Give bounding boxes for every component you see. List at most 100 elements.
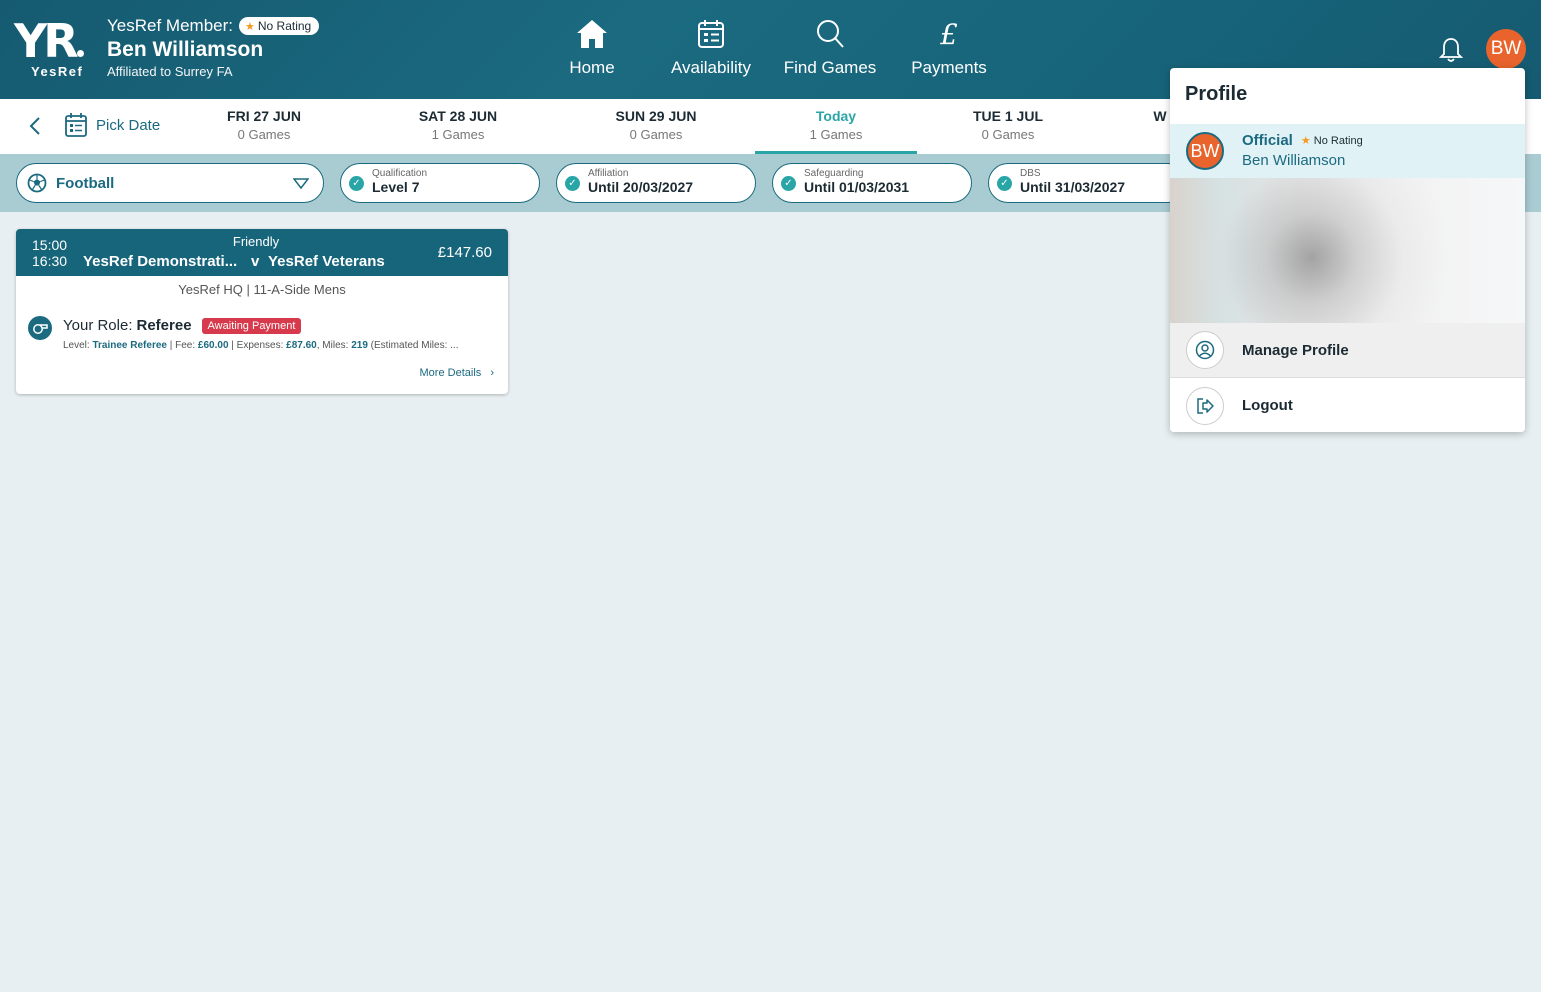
rating-text: No Rating bbox=[257, 19, 312, 33]
date-label: SUN 29 JUN bbox=[615, 108, 697, 124]
manage-profile-button[interactable]: Manage Profile bbox=[1170, 323, 1525, 378]
pick-date-button[interactable]: Pick Date bbox=[64, 112, 160, 138]
football-icon bbox=[27, 173, 47, 193]
date-label: SAT 28 JUN bbox=[418, 108, 498, 124]
logo-dot bbox=[76, 50, 84, 57]
nav-payments[interactable]: £ Payments bbox=[889, 18, 1009, 78]
chevron-right-icon: › bbox=[490, 367, 494, 379]
check-icon: ✓ bbox=[781, 176, 796, 191]
svg-text:£: £ bbox=[939, 18, 958, 50]
expenses-label: | Expenses: bbox=[231, 340, 284, 351]
profile-summary[interactable]: BW Official ★ No Rating Ben Williamson bbox=[1170, 124, 1525, 178]
yesref-logo[interactable]: YR YesRef bbox=[14, 18, 96, 80]
versus-label: v bbox=[251, 253, 260, 270]
more-details-label: More Details bbox=[419, 367, 482, 379]
estimated-miles: (Estimated Miles: ... bbox=[370, 340, 459, 351]
games-count: 0 Games bbox=[629, 127, 683, 142]
nav-home-label: Home bbox=[569, 58, 615, 77]
date-tab-today[interactable]: Today 1 Games bbox=[755, 99, 917, 154]
member-label: YesRef Member: bbox=[107, 16, 233, 35]
qualification-chip[interactable]: ✓ Qualification Level 7 bbox=[340, 163, 540, 203]
role-label: Your Role: bbox=[63, 317, 133, 334]
profile-role: Official bbox=[1242, 132, 1293, 149]
check-icon: ✓ bbox=[565, 176, 580, 191]
role-value: Referee bbox=[136, 317, 192, 334]
date-tab-wed[interactable]: W bbox=[1150, 99, 1170, 154]
manage-profile-label: Manage Profile bbox=[1242, 341, 1349, 359]
game-card[interactable]: 15:00 16:30 Friendly YesRef Demonstrati.… bbox=[16, 229, 508, 394]
away-team: YesRef Veterans bbox=[268, 253, 385, 270]
status-badge: Awaiting Payment bbox=[201, 317, 302, 334]
nav-availability-label: Availability bbox=[670, 58, 751, 77]
fee-value: £60.00 bbox=[197, 340, 229, 351]
chip-label: Safeguarding bbox=[804, 168, 864, 179]
safeguarding-chip[interactable]: ✓ Safeguarding Until 01/03/2031 bbox=[772, 163, 972, 203]
game-type: Friendly bbox=[232, 234, 280, 249]
fee-details: Level: Trainee Referee | Fee: £60.00 | E… bbox=[63, 340, 458, 351]
role-line: Your Role: Referee Awaiting Payment bbox=[63, 317, 302, 334]
sport-select[interactable]: Football bbox=[16, 163, 324, 203]
chip-value: Until 01/03/2031 bbox=[804, 179, 910, 195]
chip-label: Affiliation bbox=[588, 168, 629, 179]
pound-icon: £ bbox=[939, 18, 958, 50]
more-details-link[interactable]: More Details › bbox=[420, 367, 494, 379]
nav-availability[interactable]: Availability bbox=[651, 18, 771, 78]
venue-text: YesRef HQ | 11-A-Side Mens bbox=[178, 282, 346, 297]
profile-name: Ben Williamson bbox=[1242, 152, 1346, 169]
nav-find-games[interactable]: Find Games bbox=[770, 18, 890, 78]
logout-button[interactable]: Logout bbox=[1170, 378, 1525, 432]
dropdown-title: Profile bbox=[1185, 83, 1248, 105]
miles-value: 219 bbox=[351, 340, 368, 351]
bell-icon[interactable] bbox=[1437, 36, 1465, 64]
avatar: BW bbox=[1186, 132, 1224, 170]
search-icon bbox=[817, 20, 844, 48]
nav-payments-label: Payments bbox=[911, 58, 987, 77]
logout-icon bbox=[1186, 386, 1224, 425]
avatar[interactable]: BW bbox=[1486, 29, 1526, 69]
date-tab-sun[interactable]: SUN 29 JUN 0 Games bbox=[586, 99, 726, 154]
end-time: 16:30 bbox=[32, 253, 68, 269]
nav-home[interactable]: Home bbox=[532, 18, 652, 78]
pixelated-image bbox=[1170, 178, 1525, 323]
logo-subtitle: YesRef bbox=[31, 64, 84, 79]
member-name: Ben Williamson bbox=[107, 38, 264, 61]
rating-badge: ★ No Rating bbox=[238, 17, 320, 35]
profile-rating-text: No Rating bbox=[1313, 135, 1363, 147]
home-team: YesRef Demonstrati... bbox=[83, 253, 238, 270]
profile-role-line: Official ★ No Rating bbox=[1242, 132, 1363, 149]
chip-value: Level 7 bbox=[372, 179, 420, 195]
date-label: TUE 1 JUL bbox=[972, 108, 1043, 124]
date-label: W bbox=[1153, 108, 1167, 124]
games-count: 0 Games bbox=[981, 127, 1035, 142]
calendar-icon bbox=[65, 113, 87, 137]
logo-mark: YR bbox=[14, 14, 79, 68]
member-info: YesRef Member: ★ No Rating Ben Williamson… bbox=[107, 16, 320, 79]
home-icon bbox=[577, 20, 607, 48]
fee-label: | Fee: bbox=[169, 340, 196, 351]
level-label: Level: bbox=[63, 340, 90, 351]
chip-value: Until 20/03/2027 bbox=[588, 179, 694, 195]
expenses-value: £87.60 bbox=[286, 340, 317, 351]
whistle-icon bbox=[28, 316, 52, 340]
chevron-left-icon[interactable] bbox=[26, 115, 46, 137]
check-icon: ✓ bbox=[349, 176, 364, 191]
user-circle-icon bbox=[1186, 331, 1224, 369]
affiliation-chip[interactable]: ✓ Affiliation Until 20/03/2027 bbox=[556, 163, 756, 203]
date-tab-fri[interactable]: FRI 27 JUN 0 Games bbox=[194, 99, 334, 154]
date-tab-sat[interactable]: SAT 28 JUN 1 Games bbox=[388, 99, 528, 154]
dbs-chip[interactable]: ✓ DBS Until 31/03/2027 bbox=[988, 163, 1188, 203]
affiliation-text: Affiliated to Surrey FA bbox=[107, 64, 233, 79]
games-count: 1 Games bbox=[431, 127, 485, 142]
chevron-down-icon bbox=[293, 178, 309, 190]
date-label: FRI 27 JUN bbox=[227, 108, 301, 124]
date-label: Today bbox=[815, 108, 857, 124]
games-count: 0 Games bbox=[237, 127, 291, 142]
miles-label: , Miles: bbox=[316, 340, 349, 351]
pick-date-label: Pick Date bbox=[96, 116, 161, 134]
profile-dropdown: Profile BW Official ★ No Rating Ben Will… bbox=[1170, 68, 1525, 432]
profile-rating: ★ No Rating bbox=[1301, 134, 1363, 147]
star-icon: ★ bbox=[244, 20, 255, 33]
date-tab-tue[interactable]: TUE 1 JUL 0 Games bbox=[938, 99, 1078, 154]
check-icon: ✓ bbox=[997, 176, 1012, 191]
level-value: Trainee Referee bbox=[92, 340, 167, 351]
